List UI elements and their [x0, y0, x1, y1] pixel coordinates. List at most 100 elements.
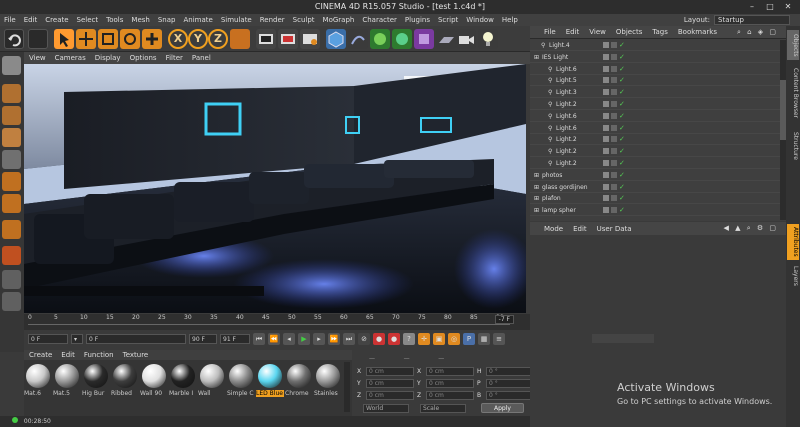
attr-menu-edit[interactable]: Edit: [573, 225, 587, 233]
key-param-icon[interactable]: P: [463, 333, 475, 345]
visibility-dot-icon[interactable]: [611, 112, 617, 119]
next-key-icon[interactable]: ⏩: [328, 333, 340, 345]
close-icon[interactable]: ✕: [780, 0, 796, 14]
vp-menu-cameras[interactable]: Cameras: [55, 54, 86, 62]
vp-menu-panel[interactable]: Panel: [192, 54, 211, 62]
visibility-flags[interactable]: ✓: [603, 112, 625, 119]
layer-icon[interactable]: [603, 53, 609, 60]
array-icon[interactable]: [392, 29, 412, 49]
tab-content-browser[interactable]: Content Browser: [787, 62, 799, 124]
enabled-check-icon[interactable]: ✓: [619, 53, 625, 60]
object-row[interactable]: ⊞ photos ✓: [530, 170, 780, 181]
menu-animate[interactable]: Animate: [183, 16, 212, 24]
menu-simulate[interactable]: Simulate: [221, 16, 252, 24]
enabled-check-icon[interactable]: ✓: [619, 89, 625, 96]
key-position-icon[interactable]: ✛: [418, 333, 430, 345]
edges-mode-icon[interactable]: [2, 172, 21, 191]
om-menu-objects[interactable]: Objects: [616, 28, 642, 36]
visibility-dot-icon[interactable]: [611, 171, 617, 178]
object-row[interactable]: ⚲ Light.5 ✓: [530, 75, 780, 87]
visibility-dot-icon[interactable]: [611, 207, 617, 214]
visibility-dot-icon[interactable]: [611, 160, 617, 166]
vp-menu-view[interactable]: View: [29, 54, 46, 62]
key-scale-icon[interactable]: ▣: [433, 333, 445, 345]
coord-mode-dropdown[interactable]: World: [363, 403, 409, 413]
coord-rot-b[interactable]: 0 °: [486, 390, 534, 400]
object-row[interactable]: ⚲ Light.2 ✓: [530, 158, 780, 169]
model-mode-icon[interactable]: [2, 84, 21, 103]
axis-mode-icon[interactable]: [2, 220, 21, 239]
om-menu-tags[interactable]: Tags: [652, 28, 668, 36]
enabled-check-icon[interactable]: ✓: [619, 112, 625, 119]
object-row[interactable]: ⚲ Light.3 ✓: [530, 87, 780, 99]
layer-icon[interactable]: [603, 183, 609, 190]
visibility-flags[interactable]: ✓: [603, 136, 625, 143]
make-editable-icon[interactable]: [2, 56, 21, 75]
menu-mesh[interactable]: Mesh: [131, 16, 149, 24]
next-frame-icon[interactable]: ▸: [313, 333, 325, 345]
light-bulb-icon[interactable]: [478, 29, 498, 49]
enabled-check-icon[interactable]: ✓: [619, 171, 625, 178]
3d-viewport[interactable]: [24, 64, 526, 313]
material-swatch[interactable]: LED Blue: [256, 362, 284, 404]
om-menu-bookmarks[interactable]: Bookmarks: [678, 28, 717, 36]
object-row[interactable]: ⚲ Light.2 ✓: [530, 99, 780, 110]
z-axis-toggle[interactable]: Z: [208, 29, 228, 49]
x-axis-toggle[interactable]: X: [168, 29, 188, 49]
maximize-icon[interactable]: □: [762, 0, 778, 14]
mat-menu-texture[interactable]: Texture: [123, 351, 149, 359]
vp-menu-options[interactable]: Options: [130, 54, 157, 62]
enabled-check-icon[interactable]: ✓: [619, 101, 625, 108]
keyframe-selection-icon[interactable]: ?: [403, 333, 415, 345]
add-object-icon[interactable]: [142, 29, 162, 49]
menu-render[interactable]: Render: [260, 16, 285, 24]
visibility-flags[interactable]: ✓: [603, 207, 625, 214]
apply-button[interactable]: Apply: [481, 403, 524, 413]
material-swatch[interactable]: Hig Bur: [82, 362, 110, 404]
mat-menu-edit[interactable]: Edit: [61, 351, 75, 359]
menu-help[interactable]: Help: [502, 16, 518, 24]
layer-icon[interactable]: [603, 148, 609, 155]
material-swatch[interactable]: Simple C: [227, 362, 255, 404]
visibility-flags[interactable]: ✓: [603, 195, 625, 202]
object-row[interactable]: ⊞ plafon ✓: [530, 193, 780, 205]
visibility-dot-icon[interactable]: [611, 183, 617, 190]
menu-select[interactable]: Select: [77, 16, 99, 24]
object-row[interactable]: ⚲ Light.6 ✓: [530, 123, 780, 134]
render-view-icon[interactable]: [256, 29, 276, 49]
camera-icon[interactable]: [456, 29, 476, 49]
enabled-check-icon[interactable]: ✓: [619, 207, 625, 214]
tweak-mode-icon[interactable]: [2, 246, 21, 265]
coord-scale-dropdown[interactable]: Scale: [420, 403, 466, 413]
current-frame-field[interactable]: 0 F: [86, 334, 186, 344]
material-swatch[interactable]: Wall 90: [140, 362, 168, 404]
select-cursor-icon[interactable]: [54, 29, 74, 49]
layer-icon[interactable]: [603, 65, 609, 72]
enabled-check-icon[interactable]: ✓: [619, 160, 625, 167]
visibility-dot-icon[interactable]: [611, 77, 617, 84]
object-row[interactable]: ⚲ Light.4 ✓: [530, 40, 780, 51]
mat-menu-function[interactable]: Function: [84, 351, 114, 359]
record-keys-icon[interactable]: ⊘: [358, 333, 370, 345]
enabled-check-icon[interactable]: ✓: [619, 136, 625, 143]
material-swatch[interactable]: Chrome: [285, 362, 313, 404]
object-row[interactable]: ⚲ Light.6 ✓: [530, 64, 780, 75]
coord-pos-z[interactable]: 0 cm: [366, 390, 414, 400]
layer-icon[interactable]: [603, 207, 609, 214]
menu-edit[interactable]: Edit: [24, 16, 38, 24]
attr-menu-mode[interactable]: Mode: [544, 225, 563, 233]
visibility-dot-icon[interactable]: [611, 195, 617, 202]
om-menu-view[interactable]: View: [589, 28, 606, 36]
coord-rot-p[interactable]: 0 °: [486, 378, 534, 388]
menu-snap[interactable]: Snap: [158, 16, 176, 24]
vp-menu-filter[interactable]: Filter: [166, 54, 183, 62]
tab-structure[interactable]: Structure: [787, 126, 799, 166]
om-nav-icons[interactable]: ⌕ ⌂ ◈ ▢: [737, 28, 778, 37]
floor-icon[interactable]: [436, 29, 456, 49]
render-picture-viewer-icon[interactable]: [278, 29, 298, 49]
visibility-dot-icon[interactable]: [611, 101, 617, 107]
end-frame-field[interactable]: 90 F: [189, 334, 217, 344]
visibility-flags[interactable]: ✓: [603, 65, 625, 72]
coord-size-z[interactable]: 0 cm: [426, 390, 474, 400]
preview-end-field[interactable]: 91 F: [220, 334, 250, 344]
